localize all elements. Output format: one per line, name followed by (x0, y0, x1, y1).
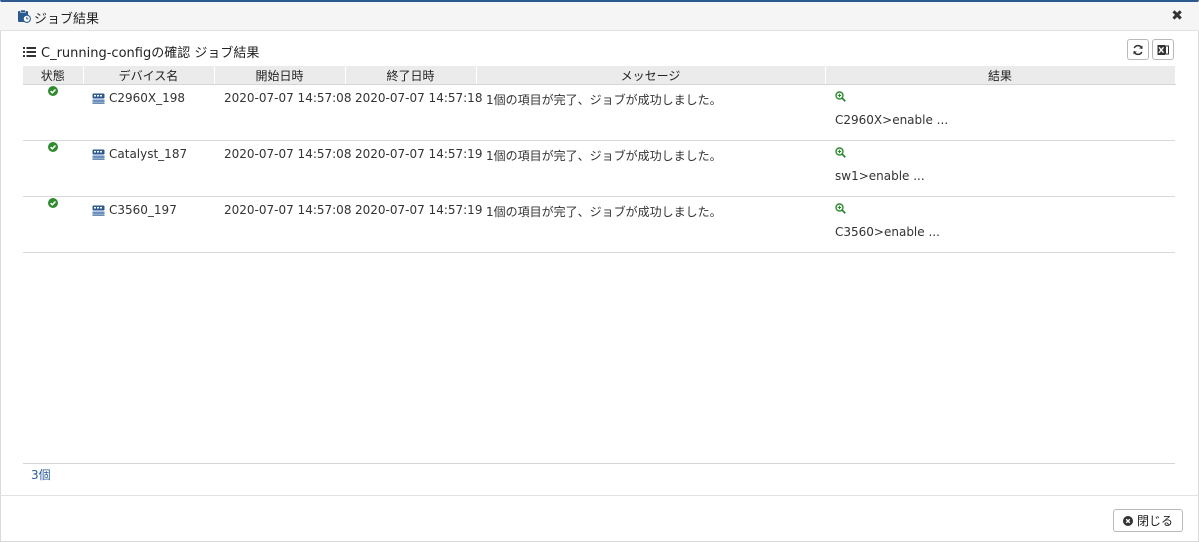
dialog-titlebar: ジョブ結果 ✖ (0, 2, 1199, 31)
table-header-row: 状態 デバイス名 開始日時 終了日時 メッセージ 結果 (23, 66, 1176, 85)
end-time: 2020-07-07 14:57:19 (355, 203, 483, 217)
result-cell: C3560>enable ... (825, 196, 1175, 253)
start-cell: 2020-07-07 14:57:08 (214, 140, 352, 197)
device-cell: C2960X_198 (83, 84, 214, 141)
end-cell: 2020-07-07 14:57:18 (345, 84, 483, 141)
table-row[interactable]: Catalyst_187 2020-07-07 14:57:08 2020-07… (23, 140, 1175, 197)
end-cell: 2020-07-07 14:57:19 (345, 196, 483, 253)
section-title: C_running-configの確認 ジョブ結果 (23, 42, 259, 61)
table-footer-divider (23, 463, 1175, 464)
excel-icon (1157, 44, 1169, 55)
result-text: C2960X>enable ... (835, 113, 949, 127)
end-time: 2020-07-07 14:57:18 (355, 91, 483, 105)
list-icon (23, 46, 36, 57)
status-cell (23, 140, 83, 197)
end-cell: 2020-07-07 14:57:19 (345, 140, 483, 197)
export-excel-button[interactable] (1152, 39, 1174, 60)
message-cell: 1個の項目が完了、ジョブが成功しました。 (476, 196, 825, 253)
device-name: C2960X_198 (109, 91, 186, 105)
close-button[interactable]: 閉じる (1113, 509, 1183, 532)
success-check-icon (48, 142, 58, 152)
device-name: Catalyst_187 (109, 147, 188, 161)
result-text: sw1>enable ... (835, 169, 925, 183)
close-circle-icon (1122, 515, 1133, 526)
start-time: 2020-07-07 14:57:08 (224, 91, 352, 105)
close-button-label: 閉じる (1136, 514, 1173, 528)
device-cell: Catalyst_187 (83, 140, 214, 197)
start-time: 2020-07-07 14:57:08 (224, 147, 352, 161)
zoom-in-icon[interactable] (835, 147, 846, 158)
job-results-table: 状態 デバイス名 開始日時 終了日時 メッセージ 結果 C2960X_198 2… (23, 66, 1176, 253)
column-header-result[interactable]: 結果 (825, 66, 1176, 85)
status-cell (23, 84, 83, 141)
start-time: 2020-07-07 14:57:08 (224, 203, 352, 217)
network-switch-icon (92, 205, 105, 216)
result-text: C3560>enable ... (835, 225, 940, 239)
message-cell: 1個の項目が完了、ジョブが成功しました。 (476, 140, 825, 197)
zoom-in-icon[interactable] (835, 91, 846, 102)
network-switch-icon (92, 149, 105, 160)
result-cell: C2960X>enable ... (825, 84, 1175, 141)
column-header-device[interactable]: デバイス名 (83, 66, 215, 85)
success-check-icon (48, 86, 58, 96)
table-row[interactable]: C3560_197 2020-07-07 14:57:08 2020-07-07… (23, 196, 1175, 253)
column-header-start[interactable]: 開始日時 (214, 66, 346, 85)
start-cell: 2020-07-07 14:57:08 (214, 84, 352, 141)
refresh-button[interactable] (1127, 39, 1149, 60)
column-header-status[interactable]: 状態 (23, 66, 84, 85)
message-text: 1個の項目が完了、ジョブが成功しました。 (486, 93, 722, 107)
result-cell: sw1>enable ... (825, 140, 1175, 197)
close-icon[interactable]: ✖ (1171, 8, 1183, 24)
dialog-footer-divider (0, 495, 1199, 496)
message-text: 1個の項目が完了、ジョブが成功しました。 (486, 149, 722, 163)
dialog-title: ジョブ結果 (34, 12, 100, 27)
start-cell: 2020-07-07 14:57:08 (214, 196, 352, 253)
refresh-icon (1133, 44, 1143, 55)
section-title-text: C_running-configの確認 ジョブ結果 (41, 46, 260, 61)
message-text: 1個の項目が完了、ジョブが成功しました。 (486, 205, 722, 219)
row-count: 3個 (31, 468, 51, 482)
end-time: 2020-07-07 14:57:19 (355, 147, 483, 161)
network-switch-icon (92, 93, 105, 104)
column-header-message[interactable]: メッセージ (476, 66, 826, 85)
device-name: C3560_197 (109, 203, 177, 217)
clipboard-clock-icon (18, 9, 31, 23)
success-check-icon (48, 198, 58, 208)
column-header-end[interactable]: 終了日時 (345, 66, 477, 85)
message-cell: 1個の項目が完了、ジョブが成功しました。 (476, 84, 825, 141)
table-row[interactable]: C2960X_198 2020-07-07 14:57:08 2020-07-0… (23, 84, 1175, 141)
device-cell: C3560_197 (83, 196, 214, 253)
status-cell (23, 196, 83, 253)
zoom-in-icon[interactable] (835, 203, 846, 214)
